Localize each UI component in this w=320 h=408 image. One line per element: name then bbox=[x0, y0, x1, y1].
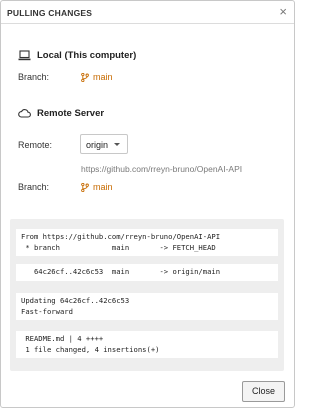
local-section-heading: Local (This computer) bbox=[18, 50, 136, 61]
remote-url: https://github.com/rreyn-bruno/OpenAI-AP… bbox=[81, 164, 243, 174]
remote-section-heading: Remote Server bbox=[18, 108, 104, 119]
log-block-update: Updating 64c26cf..42c6c53 Fast-forward bbox=[16, 293, 278, 320]
dialog-title: PULLING CHANGES bbox=[7, 8, 93, 18]
log-block-summary: README.md | 4 ++++ 1 file changed, 4 ins… bbox=[16, 331, 278, 358]
log-block-fetch: From https://github.com/rreyn-bruno/Open… bbox=[16, 229, 278, 256]
pull-dialog: PULLING CHANGES × Local (This computer) … bbox=[0, 0, 295, 408]
local-branch-label: Branch: bbox=[18, 72, 50, 82]
cloud-icon bbox=[18, 108, 31, 119]
git-branch-icon bbox=[81, 182, 89, 192]
remote-select-value: origin bbox=[86, 140, 109, 150]
git-branch-icon bbox=[81, 72, 89, 82]
dialog-titlebar: PULLING CHANGES × bbox=[1, 1, 294, 24]
remote-branch-label: Branch: bbox=[18, 182, 50, 192]
remote-select[interactable]: origin bbox=[80, 134, 128, 154]
local-branch-text: main bbox=[93, 72, 113, 82]
remote-branch-text: main bbox=[93, 182, 113, 192]
close-icon[interactable]: × bbox=[279, 5, 287, 19]
local-heading-text: Local (This computer) bbox=[37, 50, 137, 61]
laptop-icon bbox=[18, 50, 31, 61]
remote-label: Remote: bbox=[18, 140, 53, 150]
log-block-ref: 64c26cf..42c6c53 main -> origin/main bbox=[16, 264, 278, 281]
remote-heading-text: Remote Server bbox=[37, 108, 105, 119]
chevron-down-icon bbox=[114, 143, 120, 146]
local-branch-value: main bbox=[81, 72, 113, 82]
output-log[interactable]: From https://github.com/rreyn-bruno/Open… bbox=[10, 219, 284, 371]
close-button[interactable]: Close bbox=[242, 381, 285, 402]
remote-branch-value: main bbox=[81, 182, 113, 192]
